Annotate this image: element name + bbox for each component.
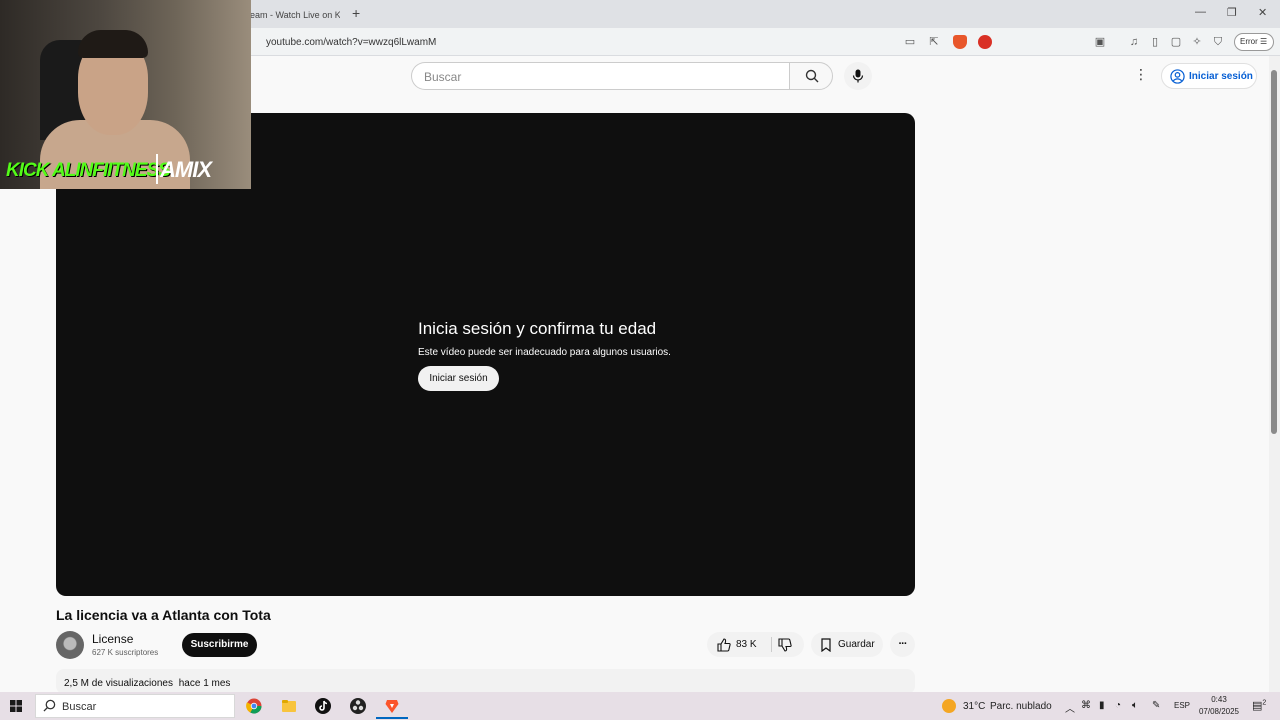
language-indicator[interactable]: ESP [1174, 701, 1190, 710]
cast-icon[interactable]: ▭ [903, 35, 917, 49]
age-signin-button[interactable]: Iniciar sesión [418, 366, 499, 391]
taskbar-search-label: Buscar [62, 701, 97, 713]
bookmark-icon [821, 638, 831, 652]
weather-description[interactable]: Parc. nublado [990, 701, 1052, 712]
subscriber-count: 627 K suscriptores [92, 648, 159, 657]
age-restriction-description: Este vídeo puede ser inadecuado para alg… [418, 347, 671, 358]
tiktok-icon[interactable] [315, 698, 331, 714]
webcam-overlay: KICK ALINFIITNESS AMIX [0, 0, 251, 189]
page-scrollbar[interactable] [1269, 56, 1280, 692]
age-restriction-title: Inicia sesión y confirma tu edad [418, 319, 657, 338]
brave-browser-icon[interactable] [384, 698, 400, 714]
webcam-person-hair [78, 30, 148, 58]
url-field[interactable]: youtube.com/watch?v=wwzq6lLwamM [266, 37, 436, 48]
microphone-tray-icon[interactable]: ▮ [1099, 700, 1105, 711]
chrome-icon[interactable] [246, 698, 262, 714]
description-box[interactable]: 2,5 M de visualizaciones hace 1 mes [56, 669, 915, 694]
video-title: La licencia va a Atlanta con Tota [56, 607, 271, 623]
account-icon [1170, 69, 1185, 84]
more-actions-button[interactable]: ··· [890, 632, 915, 657]
browser-tab[interactable]: eam - Watch Live on K [250, 4, 340, 26]
clock-time[interactable]: 0:43 [1197, 695, 1241, 704]
reader-icon[interactable]: ▣ [1093, 35, 1107, 49]
thumbs-up-icon[interactable] [717, 638, 731, 652]
share-icon[interactable]: ⇱ [927, 35, 941, 49]
clock-date[interactable]: 07/08/2025 [1197, 707, 1241, 716]
leo-ai-icon[interactable]: ✧ [1190, 35, 1204, 49]
search-input[interactable]: Buscar [411, 62, 789, 90]
sidebar-icon[interactable]: ▯ [1148, 35, 1162, 49]
like-divider [771, 637, 772, 652]
media-icon[interactable]: ♫ [1127, 35, 1141, 49]
wallet-icon[interactable]: ▢ [1169, 35, 1183, 49]
voice-search-button[interactable] [844, 62, 872, 90]
windows-taskbar: Buscar 31°C Parc. nublado ︿ ⌘ ▮ ◔ 🔈︎ ✎ E… [0, 692, 1280, 720]
channel-name[interactable]: License [92, 632, 133, 646]
view-count: 2,5 M de visualizaciones [64, 678, 173, 689]
header-signin-label: Iniciar sesión [1189, 71, 1253, 82]
search-button[interactable] [789, 62, 833, 90]
amix-logo: AMIX [160, 157, 212, 182]
scrollbar-thumb[interactable] [1271, 70, 1277, 434]
obs-icon[interactable] [350, 698, 366, 714]
save-button[interactable]: Guardar [811, 632, 883, 657]
subscribe-button[interactable]: Suscribirme [182, 633, 257, 657]
pen-icon[interactable]: ✎ [1152, 700, 1160, 711]
weather-icon[interactable] [942, 699, 956, 713]
minimize-icon[interactable]: — [1195, 6, 1206, 18]
notification-count: 2 [1262, 699, 1267, 707]
like-dislike-group: 83 K [707, 632, 804, 657]
header-signin-button[interactable]: Iniciar sesión [1161, 63, 1257, 89]
vpn-icon[interactable]: ⛉ [1211, 35, 1225, 49]
publish-date: hace 1 mes [178, 678, 231, 689]
weather-temperature[interactable]: 31°C [963, 701, 985, 712]
restore-icon[interactable]: ❐ [1227, 6, 1237, 19]
taskbar-search-input[interactable]: Buscar [35, 694, 235, 718]
hidden-icons-chevron-icon[interactable]: ︿ [1065, 700, 1075, 715]
error-menu-button[interactable]: Error ☰ [1234, 33, 1274, 51]
close-icon[interactable]: ✕ [1258, 6, 1267, 19]
notifications-icon[interactable]: ▤2 [1252, 699, 1266, 712]
wifi-icon[interactable]: ◔ [1115, 700, 1121, 711]
microphone-icon [852, 69, 864, 83]
active-app-indicator [376, 717, 408, 719]
extension-icon[interactable] [978, 35, 992, 49]
channel-avatar[interactable] [56, 631, 84, 659]
file-explorer-icon[interactable] [281, 698, 297, 714]
brave-shields-icon[interactable] [953, 35, 967, 49]
kick-channel-label: KICK ALINFIITNESS [6, 160, 171, 181]
thumbs-down-icon[interactable] [778, 638, 792, 652]
windows-start-icon[interactable] [10, 700, 22, 712]
search-icon [805, 69, 819, 83]
new-tab-button[interactable]: + [352, 5, 360, 21]
network-icon[interactable]: ⌘ [1081, 700, 1091, 711]
save-label: Guardar [838, 639, 875, 650]
taskbar-search-icon [43, 699, 56, 712]
settings-menu-icon[interactable]: ⋮ [1134, 66, 1148, 86]
error-label: Error [1240, 37, 1258, 46]
like-count[interactable]: 83 K [736, 639, 757, 650]
volume-icon[interactable]: 🔈︎ [1132, 700, 1138, 711]
